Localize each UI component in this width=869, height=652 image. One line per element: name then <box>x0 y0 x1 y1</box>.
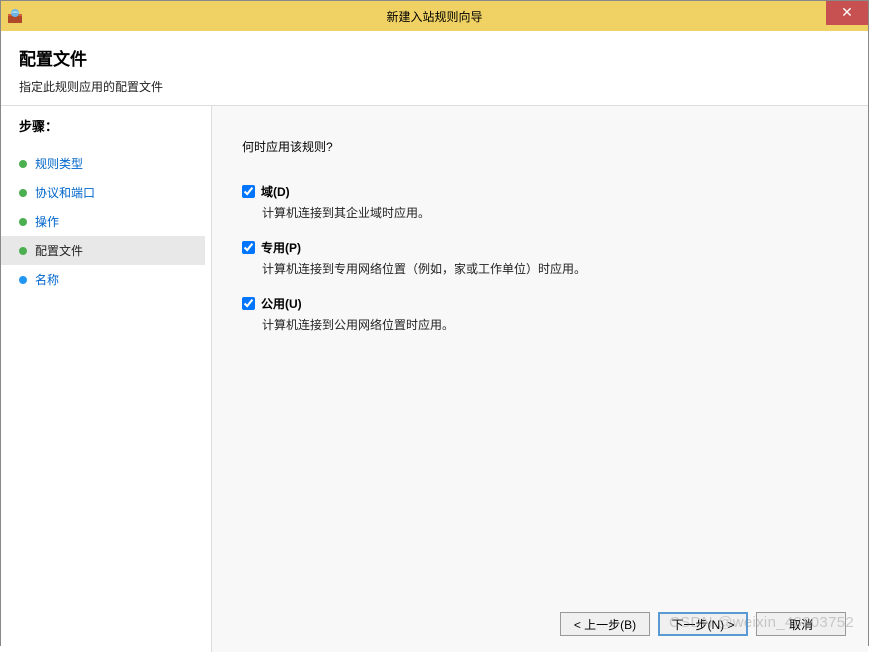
steps-sidebar: 步骤： 规则类型 协议和端口 操作 配置文件 名称 <box>1 106 211 652</box>
main-panel: 何时应用该规则? 域(D) 计算机连接到其企业域时应用。 专用(P) 计算机连接… <box>211 106 868 652</box>
option-public-row[interactable]: 公用(U) <box>242 295 838 312</box>
titlebar: 新建入站规则向导 ✕ <box>1 1 868 31</box>
step-label: 配置文件 <box>35 242 83 259</box>
option-domain-row[interactable]: 域(D) <box>242 183 838 200</box>
bullet-icon <box>19 189 27 197</box>
public-label: 公用(U) <box>261 295 302 312</box>
private-checkbox[interactable] <box>242 241 255 254</box>
step-label: 操作 <box>35 213 59 230</box>
step-action[interactable]: 操作 <box>19 207 211 236</box>
step-label: 协议和端口 <box>35 184 95 201</box>
next-button[interactable]: 下一步(N) > <box>658 612 748 636</box>
cancel-button[interactable]: 取消 <box>756 612 846 636</box>
prompt-text: 何时应用该规则? <box>242 138 838 155</box>
private-label: 专用(P) <box>261 239 301 256</box>
bullet-icon <box>19 276 27 284</box>
wizard-buttons: < 上一步(B) 下一步(N) > 取消 <box>560 612 846 636</box>
close-button[interactable]: ✕ <box>826 1 868 25</box>
bullet-icon <box>19 160 27 168</box>
page-subtitle: 指定此规则应用的配置文件 <box>19 78 850 95</box>
step-label: 规则类型 <box>35 155 83 172</box>
option-private-row[interactable]: 专用(P) <box>242 239 838 256</box>
private-desc: 计算机连接到专用网络位置（例如，家或工作单位）时应用。 <box>262 260 838 277</box>
window-title: 新建入站规则向导 <box>1 8 868 25</box>
page-title: 配置文件 <box>19 45 850 70</box>
step-label: 名称 <box>35 271 59 288</box>
step-name[interactable]: 名称 <box>19 265 211 294</box>
wizard-header: 配置文件 指定此规则应用的配置文件 <box>1 31 868 106</box>
content-area: 步骤： 规则类型 协议和端口 操作 配置文件 名称 何时应用该规则? 域(D) <box>1 106 868 652</box>
firewall-icon <box>7 8 23 24</box>
domain-desc: 计算机连接到其企业域时应用。 <box>262 204 838 221</box>
back-button[interactable]: < 上一步(B) <box>560 612 650 636</box>
option-public: 公用(U) 计算机连接到公用网络位置时应用。 <box>242 295 838 333</box>
option-domain: 域(D) 计算机连接到其企业域时应用。 <box>242 183 838 221</box>
public-checkbox[interactable] <box>242 297 255 310</box>
step-profile[interactable]: 配置文件 <box>1 236 205 265</box>
option-private: 专用(P) 计算机连接到专用网络位置（例如，家或工作单位）时应用。 <box>242 239 838 277</box>
step-rule-type[interactable]: 规则类型 <box>19 149 211 178</box>
bullet-icon <box>19 247 27 255</box>
bullet-icon <box>19 218 27 226</box>
public-desc: 计算机连接到公用网络位置时应用。 <box>262 316 838 333</box>
steps-heading: 步骤： <box>19 116 211 135</box>
step-protocol-port[interactable]: 协议和端口 <box>19 178 211 207</box>
domain-label: 域(D) <box>261 183 290 200</box>
domain-checkbox[interactable] <box>242 185 255 198</box>
